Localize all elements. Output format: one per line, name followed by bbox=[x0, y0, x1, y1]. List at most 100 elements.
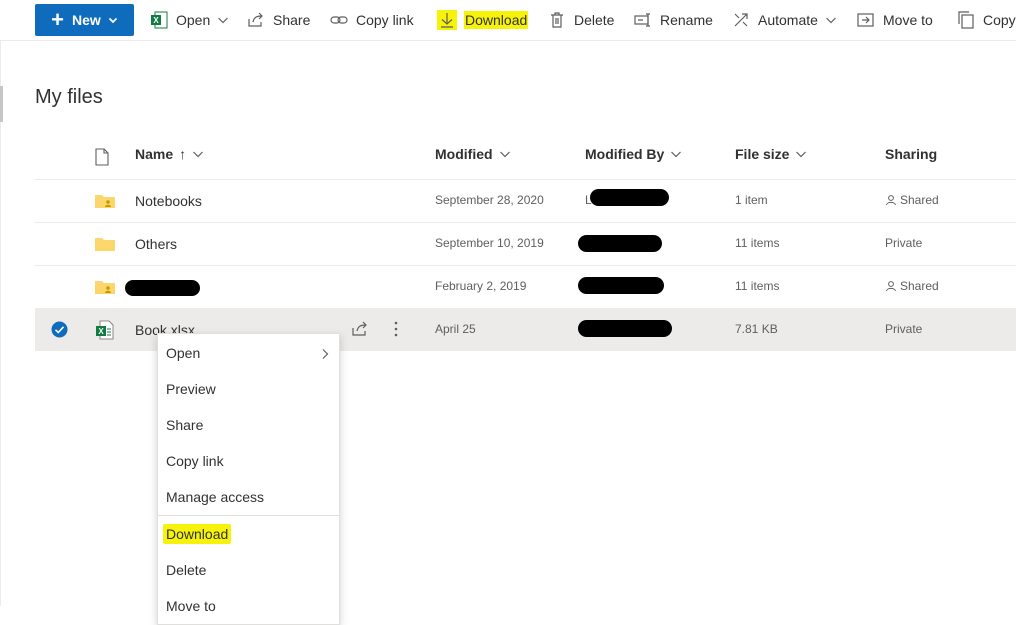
open-label: Open bbox=[176, 12, 211, 28]
chevron-down-icon bbox=[108, 15, 118, 25]
share-button[interactable]: Share bbox=[247, 6, 310, 34]
excel-file-icon: X bbox=[95, 320, 115, 345]
chevron-down-icon bbox=[825, 15, 837, 25]
file-size: 1 item bbox=[735, 193, 768, 207]
plus-icon: + bbox=[51, 7, 65, 32]
context-menu-delete[interactable]: Delete bbox=[158, 552, 339, 588]
share-icon bbox=[247, 11, 265, 29]
column-file-size-label: File size bbox=[735, 146, 790, 162]
move-to-label: Move to bbox=[883, 12, 933, 28]
context-menu-preview[interactable]: Preview bbox=[158, 371, 339, 407]
shared-people-icon bbox=[885, 193, 897, 212]
column-name-label: Name bbox=[135, 146, 174, 162]
table-row[interactable]: Others September 10, 2019 11 items Priva… bbox=[35, 223, 1016, 265]
sort-arrow-up-icon: ↑ bbox=[179, 146, 187, 162]
copy-icon bbox=[957, 11, 975, 29]
column-sharing-label: Sharing bbox=[885, 146, 938, 162]
column-header-file-size[interactable]: File size bbox=[735, 146, 807, 162]
nav-divider bbox=[0, 40, 1, 606]
modified-date: February 2, 2019 bbox=[435, 279, 527, 293]
table-row[interactable]: February 2, 2019 11 items Shared bbox=[35, 266, 1016, 308]
context-menu-move-to[interactable]: Move to bbox=[158, 588, 339, 624]
open-button[interactable]: X Open bbox=[150, 6, 229, 34]
modified-date: September 10, 2019 bbox=[435, 236, 544, 250]
context-menu-copy-link[interactable]: Copy link bbox=[158, 443, 339, 479]
move-to-button[interactable]: Move to bbox=[857, 6, 933, 34]
new-button[interactable]: + New bbox=[35, 4, 134, 36]
excel-icon: X bbox=[150, 11, 168, 29]
file-size: 11 items bbox=[735, 236, 780, 250]
download-button[interactable]: Download bbox=[437, 6, 529, 34]
svg-text:X: X bbox=[153, 16, 159, 25]
redaction-mark bbox=[578, 320, 672, 337]
share-label: Share bbox=[273, 12, 311, 28]
shared-people-icon bbox=[885, 279, 897, 298]
table-row[interactable]: Notebooks September 28, 2020 L 1 item Sh… bbox=[35, 180, 1016, 222]
column-header-modified-by[interactable]: Modified By bbox=[585, 146, 682, 162]
page-title: My files bbox=[35, 86, 103, 108]
checkmark-circle-icon[interactable] bbox=[51, 321, 68, 343]
automate-button[interactable]: Automate bbox=[732, 6, 837, 34]
command-bar: + New X Open Share Copy link Download De… bbox=[0, 0, 1016, 41]
context-menu-download[interactable]: Download bbox=[158, 516, 339, 552]
file-size: 7.81 KB bbox=[735, 322, 778, 336]
file-name[interactable]: Notebooks bbox=[135, 193, 202, 209]
download-icon bbox=[437, 10, 457, 30]
delete-label: Delete bbox=[574, 12, 615, 28]
automate-icon bbox=[732, 11, 750, 29]
sharing-status: Shared bbox=[900, 279, 939, 293]
automate-label: Automate bbox=[758, 12, 818, 28]
move-to-icon bbox=[857, 11, 875, 29]
trash-icon bbox=[548, 11, 566, 29]
menu-item-label: Preview bbox=[166, 381, 216, 397]
shared-folder-icon bbox=[95, 193, 115, 214]
redaction-mark bbox=[125, 280, 200, 296]
rename-icon bbox=[634, 11, 652, 29]
menu-item-label: Download bbox=[163, 524, 232, 544]
copy-link-button[interactable]: Copy link bbox=[330, 6, 414, 34]
menu-item-label: Copy link bbox=[166, 453, 224, 469]
context-menu-share[interactable]: Share bbox=[158, 407, 339, 443]
shared-folder-icon bbox=[95, 279, 115, 300]
redaction-mark bbox=[578, 277, 664, 294]
column-header-modified[interactable]: Modified bbox=[435, 146, 511, 162]
menu-item-label: Share bbox=[166, 417, 204, 433]
chevron-down-icon bbox=[499, 149, 511, 159]
copy-label: Copy bbox=[983, 12, 1016, 28]
sharing-status: Private bbox=[885, 236, 923, 250]
context-menu-open[interactable]: Open bbox=[158, 335, 339, 371]
rename-button[interactable]: Rename bbox=[634, 6, 713, 34]
menu-item-label: Delete bbox=[166, 562, 207, 578]
modified-date: April 25 bbox=[435, 322, 476, 336]
menu-item-label: Open bbox=[166, 345, 201, 361]
copy-link-label: Copy link bbox=[356, 12, 414, 28]
folder-icon bbox=[95, 236, 115, 257]
file-name[interactable]: Others bbox=[135, 236, 177, 252]
chevron-down-icon bbox=[795, 149, 807, 159]
nav-indicator bbox=[0, 86, 3, 122]
download-label: Download bbox=[464, 11, 529, 29]
copy-button[interactable]: Copy bbox=[957, 6, 1016, 34]
file-type-icon[interactable] bbox=[94, 148, 110, 171]
share-icon[interactable] bbox=[351, 320, 369, 343]
column-header-name[interactable]: Name ↑ bbox=[135, 146, 204, 162]
chevron-right-icon bbox=[321, 347, 329, 363]
modified-date: September 28, 2020 bbox=[435, 193, 544, 207]
redaction-mark bbox=[578, 235, 662, 252]
chevron-down-icon bbox=[670, 149, 682, 159]
more-options-icon[interactable] bbox=[393, 320, 399, 343]
link-icon bbox=[330, 11, 348, 29]
column-modified-by-label: Modified By bbox=[585, 146, 665, 162]
chevron-down-icon bbox=[192, 149, 204, 159]
context-menu-manage-access[interactable]: Manage access bbox=[158, 479, 339, 515]
column-modified-label: Modified bbox=[435, 146, 493, 162]
chevron-down-icon bbox=[217, 15, 229, 25]
delete-button[interactable]: Delete bbox=[548, 6, 614, 34]
sharing-status: Shared bbox=[900, 193, 939, 207]
redaction-mark bbox=[590, 189, 669, 206]
svg-text:X: X bbox=[98, 327, 104, 336]
rename-label: Rename bbox=[660, 12, 713, 28]
sharing-status: Private bbox=[885, 322, 923, 336]
column-header-sharing[interactable]: Sharing bbox=[885, 146, 937, 162]
new-label: New bbox=[72, 12, 101, 28]
